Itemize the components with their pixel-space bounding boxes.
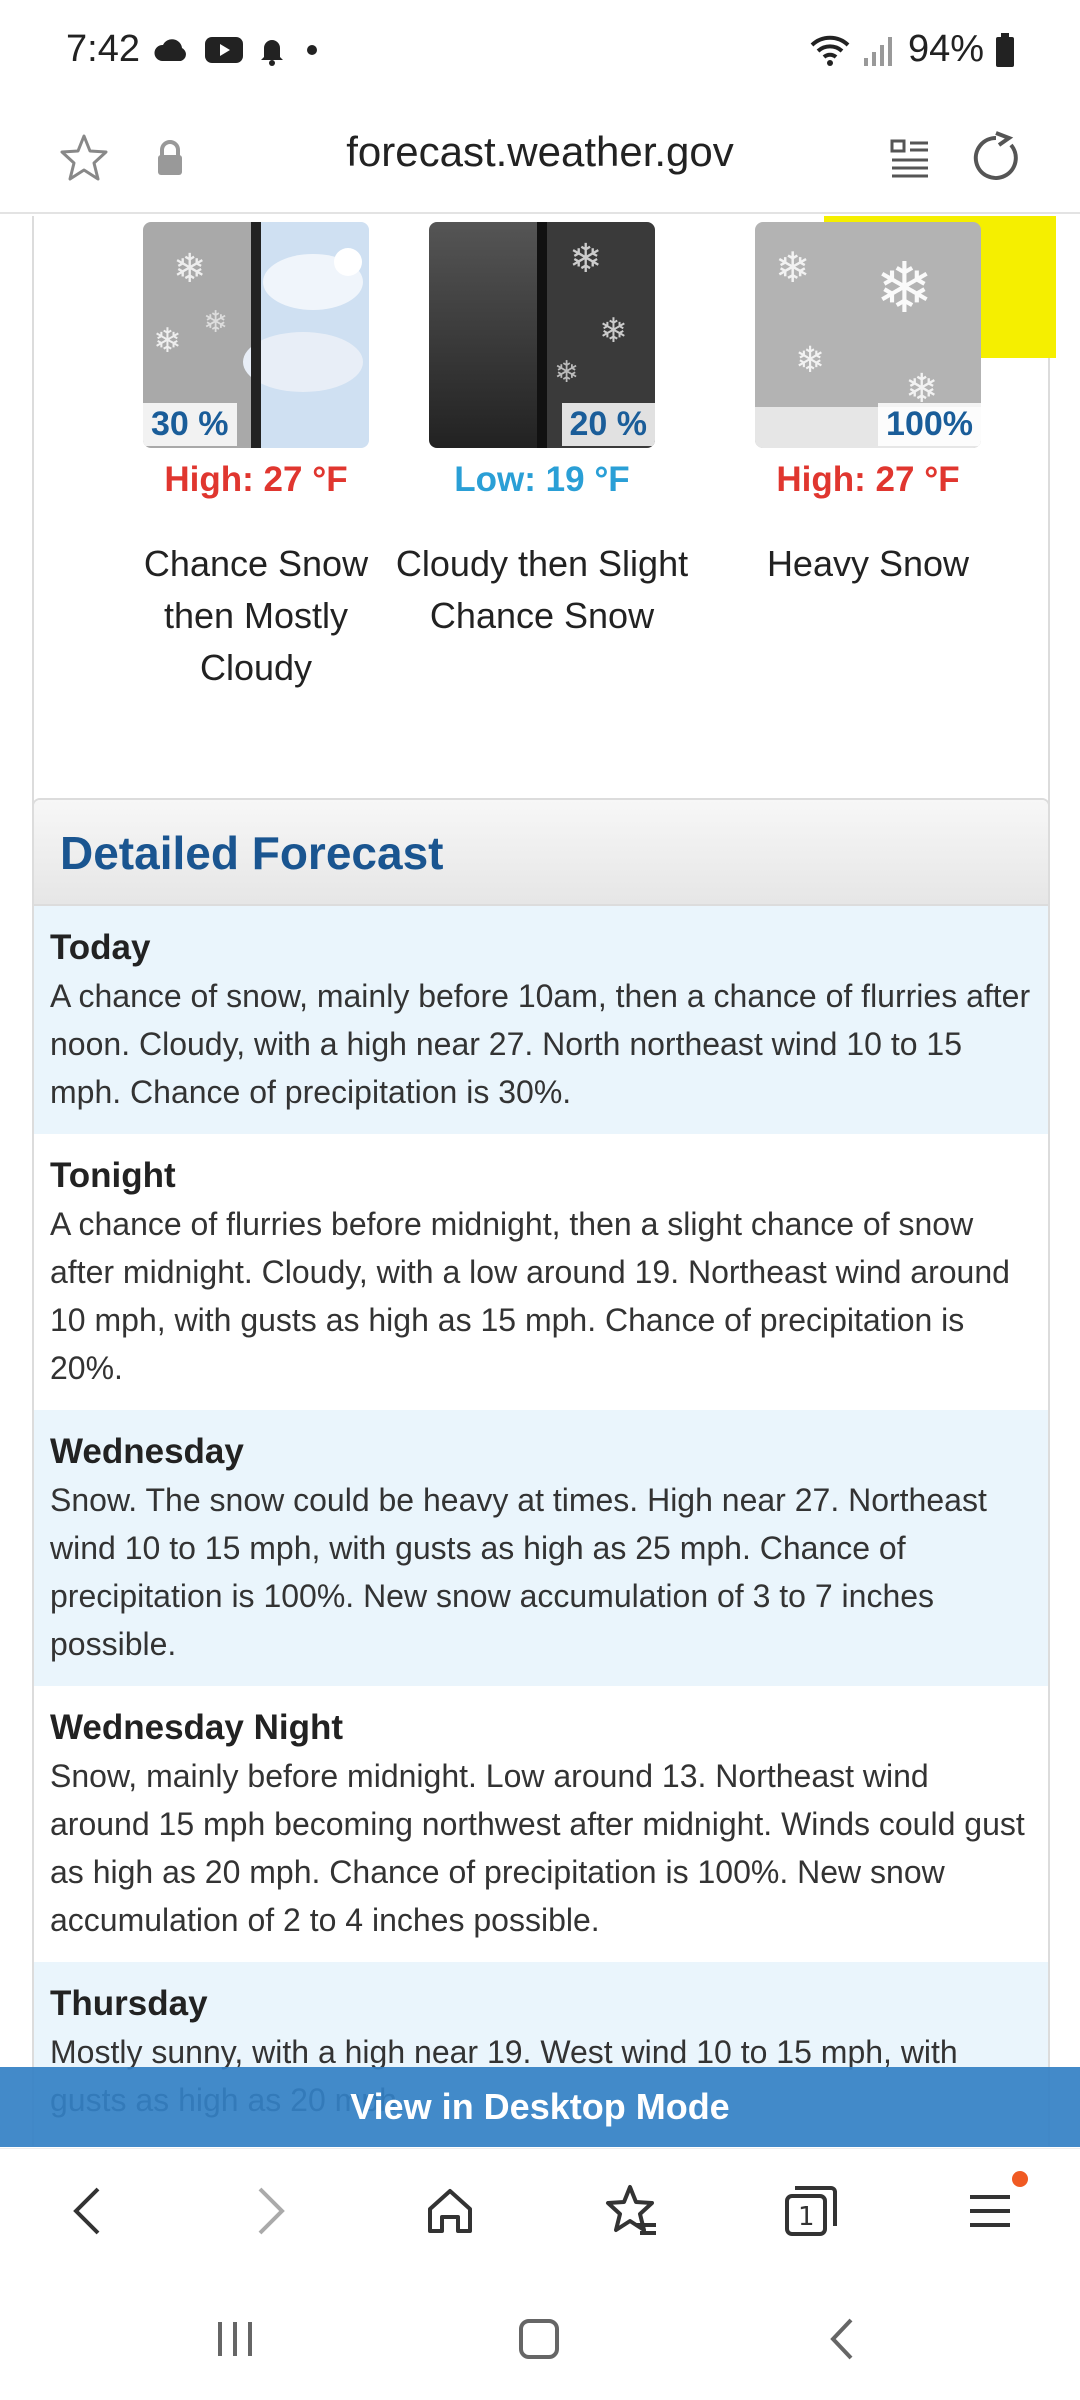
youtube-icon bbox=[205, 37, 243, 63]
period-short-forecast: Heavy Snow bbox=[766, 543, 970, 584]
precip-chance: 100% bbox=[878, 403, 981, 446]
bookmarks-button[interactable] bbox=[594, 2175, 666, 2247]
back-chevron-icon bbox=[830, 2318, 853, 2360]
period-temp: High: 27 °F bbox=[164, 460, 348, 499]
forecast-image-heavy-snow: ❄ ❄ ❄ ❄ 100% bbox=[755, 222, 981, 448]
svg-text:❄: ❄ bbox=[875, 249, 934, 327]
forward-button[interactable] bbox=[234, 2175, 306, 2247]
forecast-row-text: Snow, mainly before midnight. Low around… bbox=[50, 1758, 1025, 1938]
period-temp: Low: 19 °F bbox=[454, 460, 630, 499]
battery-icon bbox=[996, 32, 1014, 67]
tabs-icon: 1 bbox=[785, 2186, 837, 2236]
system-nav-bar bbox=[0, 2272, 1080, 2400]
battery-percent: 94% bbox=[907, 28, 984, 70]
recent-apps-button[interactable] bbox=[200, 2304, 270, 2374]
forecast-row-label: Today bbox=[50, 928, 151, 967]
forecast-row: Today A chance of snow, mainly before 10… bbox=[34, 906, 1048, 1134]
detailed-forecast-title: Detailed Forecast bbox=[60, 827, 444, 879]
home-square-icon bbox=[519, 2319, 559, 2359]
tabs-button[interactable]: 1 bbox=[774, 2175, 846, 2247]
forecast-row: Wednesday Night Snow, mainly before midn… bbox=[34, 1686, 1048, 1962]
svg-text:❄: ❄ bbox=[153, 322, 182, 360]
dot-icon bbox=[307, 45, 317, 55]
svg-text:❄: ❄ bbox=[795, 339, 825, 380]
forecast-row-text: A chance of snow, mainly before 10am, th… bbox=[50, 978, 1031, 1110]
view-desktop-mode-button[interactable]: View in Desktop Mode bbox=[0, 2067, 1080, 2147]
forecast-row-label: Wednesday bbox=[50, 1432, 244, 1471]
period-short-forecast: Chance Snow then Mostly Cloudy bbox=[143, 543, 369, 688]
forecast-row-label: Thursday bbox=[50, 1984, 208, 2023]
precip-chance: 30 % bbox=[143, 403, 237, 446]
back-nav-button[interactable] bbox=[808, 2304, 878, 2374]
forecast-image-snow-cloudy: ❄ ❄ ❄ 30 % bbox=[143, 222, 369, 448]
svg-text:❄: ❄ bbox=[775, 244, 810, 291]
reader-mode-icon[interactable] bbox=[880, 128, 940, 188]
home-icon bbox=[428, 2189, 472, 2233]
svg-text:❄: ❄ bbox=[569, 237, 603, 281]
browser-bottom-bar: 1 bbox=[0, 2148, 1080, 2272]
svg-text:❄: ❄ bbox=[599, 312, 628, 350]
back-button[interactable] bbox=[52, 2175, 124, 2247]
forecast-row-text: A chance of flurries before midnight, th… bbox=[50, 1206, 1010, 1386]
detailed-forecast-header: Detailed Forecast bbox=[34, 800, 1048, 906]
bookmarks-star-icon bbox=[606, 2185, 656, 2235]
cloud-icon bbox=[154, 39, 186, 61]
forecast-row-text: Snow. The snow could be heavy at times. … bbox=[50, 1482, 987, 1662]
forecast-image-cloudy-snow: ❄ ❄ ❄ 20 % bbox=[429, 222, 655, 448]
wifi-icon bbox=[810, 35, 850, 66]
home-button[interactable] bbox=[414, 2175, 486, 2247]
recent-apps-icon bbox=[218, 2322, 252, 2356]
back-arrow-icon bbox=[73, 2187, 100, 2235]
reload-icon[interactable] bbox=[966, 128, 1026, 188]
detailed-forecast-card: Detailed Forecast Today A chance of snow… bbox=[32, 798, 1050, 2146]
web-page: ❄ ❄ ❄ 30 % High: 27 °F Chance Snow then … bbox=[0, 216, 1080, 2146]
forecast-row: Tonight A chance of flurries before midn… bbox=[34, 1134, 1048, 1410]
status-left-icons bbox=[152, 34, 324, 66]
status-time: 7:42 bbox=[66, 28, 140, 70]
notification-dot bbox=[1012, 2171, 1028, 2187]
period-short-forecast: Cloudy then Slight Chance Snow bbox=[395, 543, 689, 636]
svg-text:❄: ❄ bbox=[203, 306, 228, 339]
svg-text:1: 1 bbox=[798, 2202, 815, 2232]
forecast-row-label: Wednesday Night bbox=[50, 1708, 344, 1747]
bell-icon bbox=[261, 40, 283, 66]
signal-icon bbox=[863, 36, 892, 66]
svg-text:❄: ❄ bbox=[173, 247, 207, 291]
status-bar: 7:42 94% bbox=[0, 0, 1080, 104]
browser-top-bar: forecast.weather.gov bbox=[0, 104, 1080, 214]
svg-text:❄: ❄ bbox=[554, 356, 579, 389]
status-right: 94% bbox=[808, 28, 1016, 71]
home-nav-button[interactable] bbox=[504, 2304, 574, 2374]
menu-icon bbox=[970, 2195, 1010, 2227]
period-temp: High: 27 °F bbox=[776, 460, 960, 499]
forecast-row-label: Tonight bbox=[50, 1156, 176, 1195]
precip-chance: 20 % bbox=[561, 403, 655, 446]
forecast-row: Wednesday Snow. The snow could be heavy … bbox=[34, 1410, 1048, 1686]
forward-arrow-icon bbox=[258, 2187, 285, 2235]
